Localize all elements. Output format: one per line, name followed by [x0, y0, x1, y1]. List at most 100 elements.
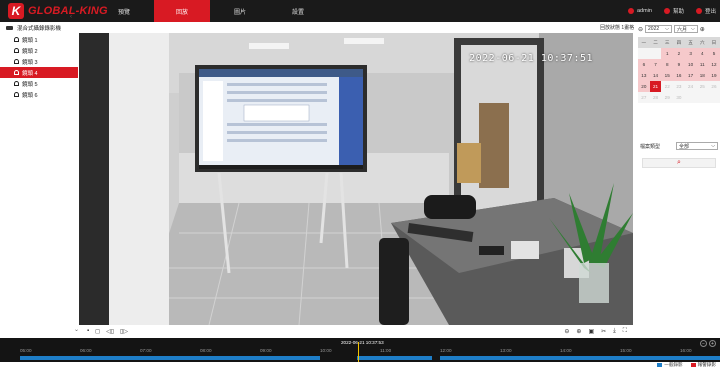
channel-label: 鏡頭 1 [22, 37, 38, 44]
logo-mark: K [8, 3, 24, 19]
channel-item[interactable]: 鏡頭 2 [0, 45, 78, 56]
timeline-hour-label: 06:00 [80, 348, 92, 353]
timeline[interactable]: − + 2022-06-21 10:37:53 05:00 06:00 07:00 0… [0, 338, 720, 362]
calendar-day[interactable]: 19 [708, 70, 720, 81]
timeline-zoom-out-icon[interactable]: − [700, 340, 707, 347]
calendar-day[interactable]: 30 [673, 92, 685, 103]
calendar-day[interactable]: 27 [638, 92, 650, 103]
calendar-day[interactable]: 6 [638, 59, 650, 70]
year-select[interactable]: 2022 ⌵ [645, 25, 672, 33]
channel-item-selected[interactable]: 鏡頭 4 [0, 67, 78, 78]
recorder-icon [6, 26, 13, 30]
search-icon: ⌕ [677, 159, 681, 166]
playback-video[interactable]: 2022-06-21 10:37:51 [79, 33, 633, 325]
month-value: 六月 [676, 26, 687, 33]
timeline-zoom: − + [700, 340, 716, 347]
timeline-hour-label: 07:00 [140, 348, 152, 353]
zoom-in-icon[interactable]: ⊕ [576, 328, 581, 335]
channel-item[interactable]: 鏡頭 3 [0, 56, 78, 67]
calendar-week-row: 20 21 22 23 24 25 26 [638, 81, 720, 92]
timeline-cursor[interactable] [357, 342, 359, 362]
video-timestamp: 2022-06-21 10:37:51 [469, 53, 593, 64]
calendar-day[interactable]: 1 [661, 48, 674, 59]
calendar-day[interactable]: 12 [708, 59, 720, 70]
calendar-day[interactable]: 18 [696, 70, 709, 81]
calendar-day [649, 48, 662, 59]
calendar-day[interactable]: 20 [638, 81, 650, 92]
calendar-week-row: 13 14 15 16 17 18 19 [638, 70, 720, 81]
chevron-down-icon: ⌵ [690, 26, 695, 32]
zoom-out-icon[interactable]: ⊖ [564, 328, 569, 335]
download-icon[interactable]: ⤓ [613, 328, 616, 335]
calendar-day[interactable]: 28 [649, 92, 662, 103]
calendar-day[interactable]: 3 [684, 48, 697, 59]
channel-label: 鏡頭 5 [22, 81, 38, 88]
camera-icon [14, 92, 19, 97]
clip-icon[interactable]: ✂ [601, 328, 606, 335]
play-icon[interactable]: ▪ [87, 328, 89, 334]
channel-item[interactable]: 鏡頭 6 [0, 89, 78, 100]
calendar-day-selected[interactable]: 21 [649, 81, 662, 92]
timeline-hour-label: 13:00 [500, 348, 512, 353]
fast-icon[interactable]: ▯▷ [120, 328, 128, 335]
slow-icon[interactable]: ◁▯ [106, 328, 114, 335]
month-select[interactable]: 六月 ⌵ [673, 25, 698, 33]
calendar-weekday: 一 [638, 37, 650, 48]
calendar-day[interactable]: 29 [661, 92, 674, 103]
calendar-day[interactable]: 15 [661, 70, 674, 81]
calendar-day[interactable]: 24 [684, 81, 697, 92]
calendar-day[interactable]: 26 [708, 81, 720, 92]
calendar-day[interactable]: 7 [649, 59, 662, 70]
calendar-day [708, 92, 720, 103]
chevron-down-icon: ⌵ [711, 143, 716, 149]
calendar-day[interactable]: 2 [673, 48, 685, 59]
calendar-day[interactable]: 5 [708, 48, 720, 59]
timeline-record-segment[interactable] [356, 356, 433, 360]
calendar-day[interactable]: 14 [649, 70, 662, 81]
calendar-weekday: 三 [661, 37, 674, 48]
calendar-day[interactable]: 11 [696, 59, 709, 70]
stop-icon[interactable]: ◻ [95, 328, 100, 335]
prev-year-icon[interactable]: ⊖ [638, 26, 643, 33]
camera-icon [14, 37, 19, 42]
next-year-icon[interactable]: ⊕ [700, 26, 705, 33]
legend-alarm-label: 報警錄影 [697, 362, 716, 367]
timeline-hour-label: 09:00 [260, 348, 272, 353]
timeline-hour-label: 05:00 [20, 348, 32, 353]
channel-item[interactable]: 鏡頭 5 [0, 78, 78, 89]
snapshot-icon[interactable]: ▣ [588, 328, 594, 335]
calendar-week-row: 12345 [638, 48, 720, 59]
chevron-down-icon[interactable]: ⌄ [74, 326, 79, 333]
legend-alarm-swatch [690, 363, 696, 367]
calendar-day[interactable]: 25 [696, 81, 709, 92]
calendar-day[interactable]: 8 [661, 59, 674, 70]
calendar-day[interactable]: 4 [696, 48, 709, 59]
calendar-week-row: 6 7 8 9 10 11 12 [638, 59, 720, 70]
calendar-day[interactable]: 22 [661, 81, 674, 92]
calendar-day[interactable]: 16 [673, 70, 685, 81]
camera-icon [14, 48, 19, 53]
calendar-day[interactable]: 10 [684, 59, 697, 70]
timeline-zoom-in-icon[interactable]: + [709, 340, 716, 347]
calendar-day[interactable]: 13 [638, 70, 650, 81]
calendar-week-row: 27 28 29 30 [638, 92, 720, 103]
device-node[interactable]: 混合式攝錄錄影機 [0, 22, 78, 34]
playback-controls: ⌄ ▪ ◻ ◁▯ ▯▷ ⊖ ⊕ ▣ ✂ ⤓ ⛶ [74, 325, 633, 337]
collapse-sidebar-icon[interactable]: ‹ [70, 14, 716, 20]
timeline-hour-label: 14:00 [560, 348, 572, 353]
search-button[interactable]: ⌕ [642, 158, 716, 168]
calendar-day[interactable]: 9 [673, 59, 685, 70]
calendar-day[interactable]: 17 [684, 70, 697, 81]
calendar-day[interactable]: 23 [673, 81, 685, 92]
file-type-select[interactable]: 全部 ⌵ [676, 142, 719, 150]
timeline-hour-label: 08:00 [200, 348, 212, 353]
channel-item[interactable]: 鏡頭 1 [0, 34, 78, 45]
timeline-record-segment[interactable] [20, 356, 320, 360]
timeline-legend: 一般錄影 報警錄影 [657, 362, 716, 368]
calendar-weekday: 二 [649, 37, 662, 48]
timeline-record-segment[interactable] [440, 356, 720, 360]
channel-label: 鏡頭 4 [22, 70, 38, 77]
camera-icon [14, 70, 19, 75]
fullscreen-icon[interactable]: ⛶ [623, 328, 627, 335]
year-value: 2022 [648, 26, 660, 32]
